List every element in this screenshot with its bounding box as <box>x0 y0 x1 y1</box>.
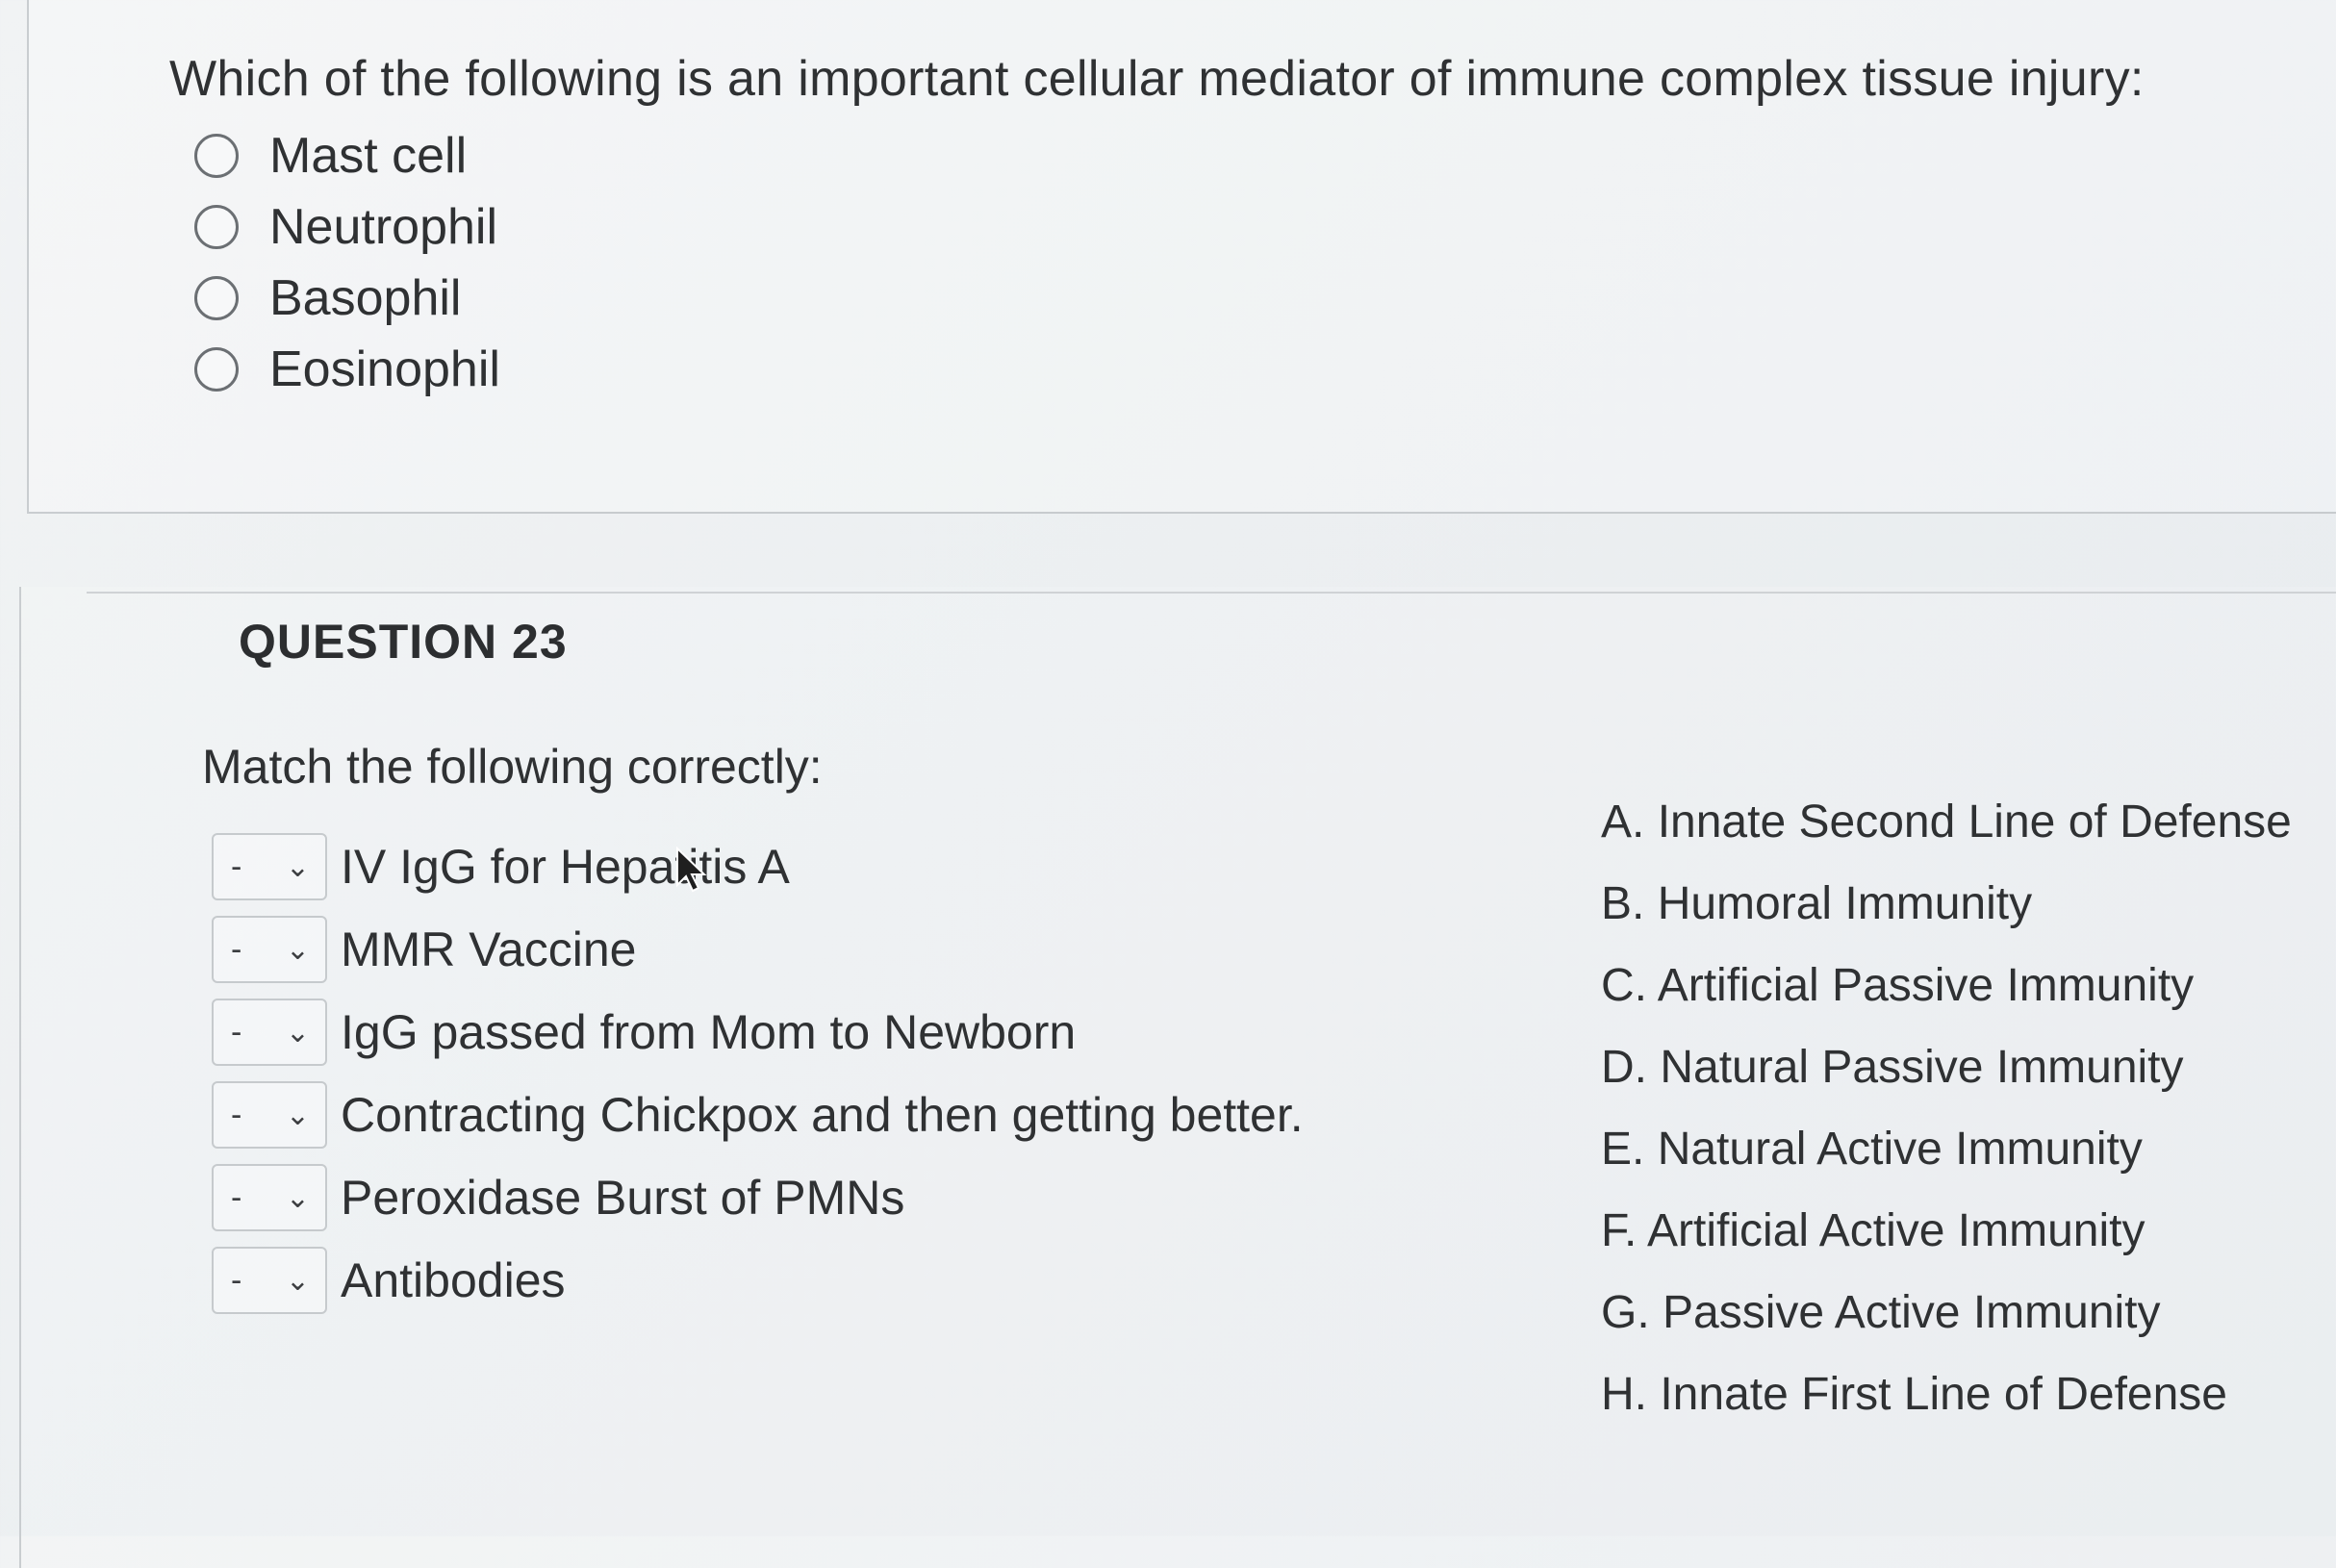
answer-choice: D. Natural Passive Immunity <box>1601 1042 2184 1093</box>
match-item-maternal-igg: - ⌄ IgG passed from Mom to Newborn <box>212 991 1304 1074</box>
chevron-down-icon[interactable]: ⌄ <box>286 850 310 884</box>
match-items: - ⌄ IV IgG for Hepatitis A - ⌄ MMR Vacci… <box>212 825 1304 1322</box>
select-value: - <box>231 1096 242 1133</box>
radio-unchecked-icon[interactable] <box>194 347 239 392</box>
match-select[interactable]: - ⌄ <box>212 999 327 1066</box>
match-select[interactable]: - ⌄ <box>212 1081 327 1149</box>
match-item-iv-igg: - ⌄ IV IgG for Hepatitis A <box>212 825 1304 908</box>
option-label: Basophil <box>269 270 462 326</box>
answer-choice: F. Artificial Active Immunity <box>1601 1205 2146 1256</box>
answer-choices: A. Innate Second Line of Defense B. Humo… <box>1601 781 2292 1435</box>
match-item-label: Contracting Chickpox and then getting be… <box>341 1088 1304 1142</box>
option-eosinophil[interactable]: Eosinophil <box>194 334 500 405</box>
match-select[interactable]: - ⌄ <box>212 1247 327 1314</box>
option-label: Neutrophil <box>269 199 498 255</box>
radio-unchecked-icon[interactable] <box>194 276 239 320</box>
chevron-down-icon[interactable]: ⌄ <box>286 933 310 967</box>
answer-choice: H. Innate First Line of Defense <box>1601 1369 2227 1420</box>
answer-choice: C. Artificial Passive Immunity <box>1601 960 2195 1011</box>
answer-choice: B. Humoral Immunity <box>1601 878 2033 929</box>
select-value: - <box>231 1013 242 1050</box>
chevron-down-icon[interactable]: ⌄ <box>286 1016 310 1050</box>
select-value: - <box>231 847 242 885</box>
chevron-down-icon[interactable]: ⌄ <box>286 1099 310 1132</box>
match-select[interactable]: - ⌄ <box>212 916 327 983</box>
match-item-mmr-vaccine: - ⌄ MMR Vaccine <box>212 908 1304 991</box>
section-divider <box>189 512 2336 514</box>
option-basophil[interactable]: Basophil <box>194 263 500 334</box>
match-item-antibodies: - ⌄ Antibodies <box>212 1239 1304 1322</box>
answer-choice: E. Natural Active Immunity <box>1601 1124 2143 1175</box>
answer-options: Mast cell Neutrophil Basophil Eosinophil <box>194 120 500 405</box>
match-select[interactable]: - ⌄ <box>212 833 327 900</box>
mouse-pointer-icon <box>676 847 707 893</box>
match-item-label: Antibodies <box>341 1253 566 1307</box>
chevron-down-icon[interactable]: ⌄ <box>286 1264 310 1298</box>
match-item-label: IV IgG for Hepatitis A <box>341 840 790 894</box>
radio-unchecked-icon[interactable] <box>194 205 239 249</box>
answer-choice: A. Innate Second Line of Defense <box>1601 797 2292 847</box>
answer-choice: G. Passive Active Immunity <box>1601 1287 2161 1338</box>
match-select[interactable]: - ⌄ <box>212 1164 327 1231</box>
select-value: - <box>231 930 242 968</box>
select-value: - <box>231 1178 242 1216</box>
option-label: Mast cell <box>269 128 468 184</box>
question-text: Which of the following is an important c… <box>169 51 2145 107</box>
match-item-label: MMR Vaccine <box>341 923 637 976</box>
select-value: - <box>231 1261 242 1299</box>
match-prompt: Match the following correctly: <box>202 740 823 794</box>
option-mast-cell[interactable]: Mast cell <box>194 120 500 191</box>
chevron-down-icon[interactable]: ⌄ <box>286 1181 310 1215</box>
match-item-label: Peroxidase Burst of PMNs <box>341 1171 905 1225</box>
option-label: Eosinophil <box>269 341 500 397</box>
match-item-chickenpox: - ⌄ Contracting Chickpox and then gettin… <box>212 1074 1304 1156</box>
match-item-peroxidase-burst: - ⌄ Peroxidase Burst of PMNs <box>212 1156 1304 1239</box>
option-neutrophil[interactable]: Neutrophil <box>194 191 500 263</box>
question-number: QUESTION 23 <box>239 615 568 669</box>
match-item-label: IgG passed from Mom to Newborn <box>341 1005 1077 1059</box>
radio-unchecked-icon[interactable] <box>194 134 239 178</box>
